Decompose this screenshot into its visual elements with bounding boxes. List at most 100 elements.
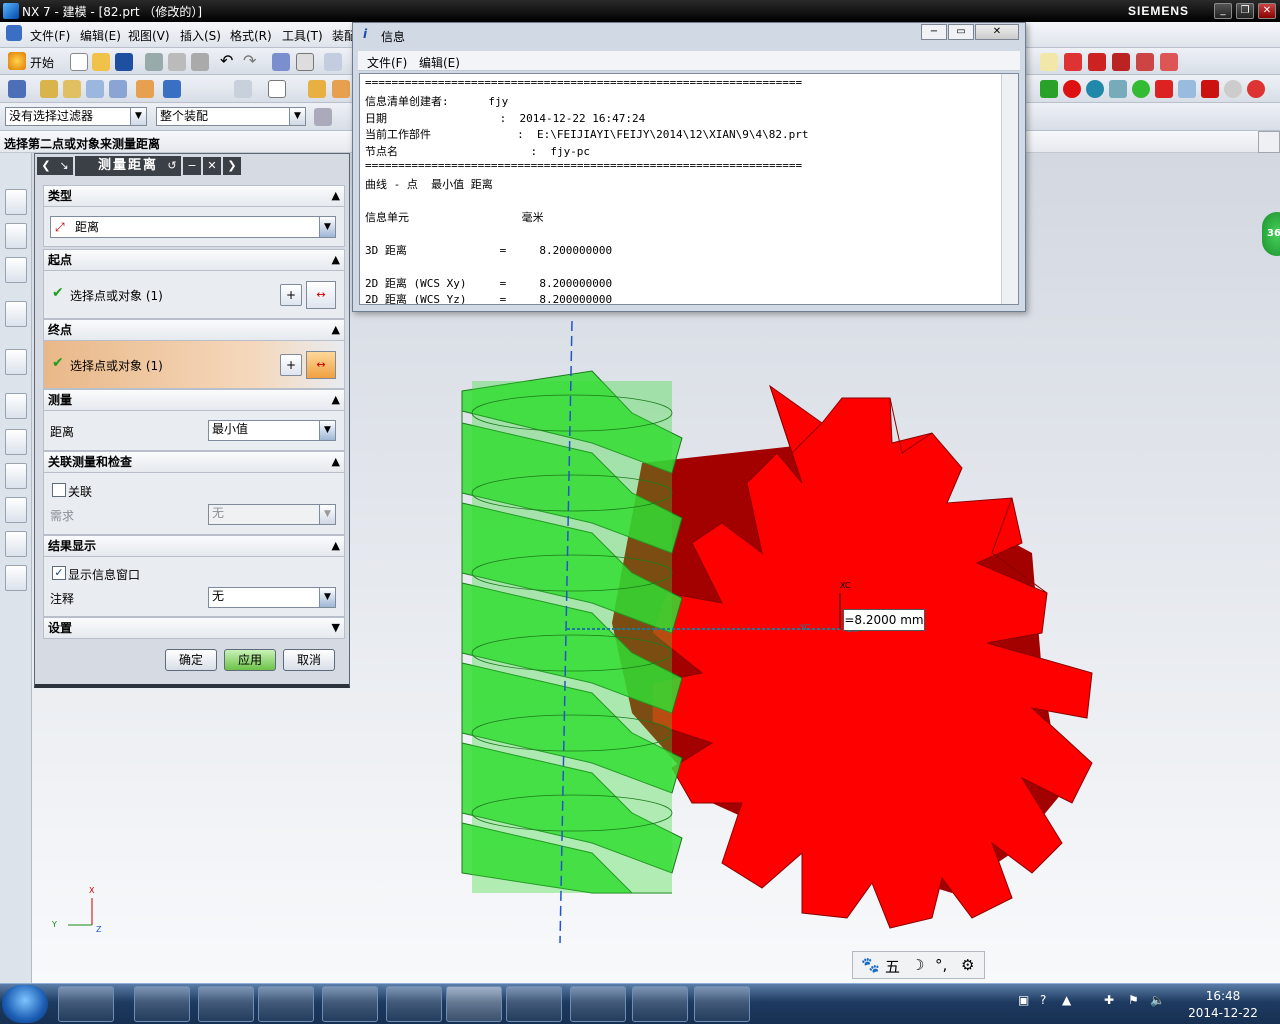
clock[interactable]: 16:48 2014-12-22 — [1168, 986, 1278, 1022]
windows-start-button[interactable] — [2, 985, 48, 1023]
section-end-header[interactable]: 终点 ▲ — [43, 319, 345, 341]
sketch-icon[interactable] — [1040, 53, 1058, 71]
wheel-icon[interactable] — [1132, 80, 1150, 98]
annotation-combo[interactable]: 无 ▼ — [208, 587, 336, 608]
dialog-close-icon[interactable]: ✕ — [203, 157, 221, 175]
info-close-button[interactable]: ✕ — [975, 24, 1019, 40]
section-measure-header[interactable]: 测量 ▲ — [43, 389, 345, 411]
chevron-down-icon[interactable]: ▼ — [289, 108, 305, 125]
assembly-nav-icon[interactable] — [8, 80, 26, 98]
cut-icon[interactable] — [145, 53, 163, 71]
tray-app-icon[interactable]: ▣ — [1018, 993, 1029, 1007]
taskbar-doc-2-icon[interactable] — [632, 986, 688, 1022]
ring-icon[interactable] — [1086, 80, 1104, 98]
chevron-down-icon[interactable]: ▼ — [319, 217, 335, 237]
circle-icon[interactable] — [1224, 80, 1242, 98]
menu-insert[interactable]: 插入(S) — [180, 27, 221, 44]
info-minimize-button[interactable]: − — [921, 24, 947, 40]
system-scene-icon[interactable] — [5, 565, 27, 591]
info-scrollbar[interactable] — [1001, 74, 1018, 304]
view-icon[interactable] — [234, 80, 252, 98]
dialog-arrow-icon[interactable]: ↘ — [55, 157, 73, 175]
collapse-icon[interactable]: ▲ — [332, 186, 340, 206]
start-select-label[interactable]: 选择点或对象 (1) — [70, 287, 163, 304]
render-icon[interactable] — [136, 80, 154, 98]
dialog-forward-icon[interactable]: ❯ — [223, 157, 241, 175]
torus-icon[interactable] — [1063, 80, 1081, 98]
manufacturing-wizard-icon[interactable] — [5, 497, 27, 523]
menu-file[interactable]: 文件(F) — [30, 27, 70, 44]
constraint-navigator-icon[interactable] — [5, 223, 27, 249]
reuse-library-icon[interactable] — [5, 301, 27, 327]
sheet-icon[interactable] — [268, 80, 286, 98]
spline-icon[interactable] — [1112, 53, 1130, 71]
curve-icon[interactable] — [1064, 53, 1082, 71]
inferred-point-button[interactable]: ↔ — [306, 281, 336, 309]
show-info-checkbox[interactable]: ✓ — [52, 566, 66, 580]
section-start-header[interactable]: 起点 ▲ — [43, 249, 345, 271]
copy-icon[interactable] — [168, 53, 186, 71]
part-icon[interactable] — [63, 80, 81, 98]
info-maximize-button[interactable]: ▭ — [948, 24, 974, 40]
app-menu-icon[interactable] — [6, 25, 22, 41]
tray-plus-icon[interactable]: ✚ — [1104, 993, 1114, 1007]
chevron-down-icon[interactable]: ▼ — [130, 108, 146, 125]
expand-icon[interactable]: ▼ — [332, 618, 340, 638]
save-icon[interactable] — [115, 53, 133, 71]
wubi-icon[interactable]: 五 — [885, 956, 900, 977]
info-text-area[interactable]: ========================================… — [359, 73, 1019, 305]
part-navigator-icon[interactable] — [5, 257, 27, 283]
menu-format[interactable]: 格式(R) — [230, 27, 272, 44]
donut-icon[interactable] — [1247, 80, 1265, 98]
collapse-icon[interactable]: ▲ — [332, 390, 340, 410]
cube-icon[interactable] — [163, 80, 181, 98]
paste-icon[interactable] — [191, 53, 209, 71]
info-menu-file[interactable]: 文件(F) — [367, 54, 407, 71]
dialog-collapse-icon[interactable]: − — [183, 157, 201, 175]
cancel-button[interactable]: 取消 — [283, 649, 335, 671]
surface-icon[interactable] — [86, 80, 104, 98]
dialog-back-icon[interactable]: ❮ — [37, 157, 55, 175]
collapse-icon[interactable]: ▲ — [332, 320, 340, 340]
end-select-label[interactable]: 选择点或对象 (1) — [70, 357, 163, 374]
open-folder-icon[interactable] — [92, 53, 110, 71]
tray-arrow-icon[interactable]: ▲ — [1062, 993, 1071, 1007]
maximize-button[interactable]: ❐ — [1236, 3, 1254, 19]
help-icon[interactable]: ? — [1040, 993, 1046, 1007]
info-menu-edit[interactable]: 编辑(E) — [419, 54, 460, 71]
process-studio-icon[interactable] — [5, 463, 27, 489]
taskbar-paint-icon[interactable] — [134, 986, 190, 1022]
taskbar-app-1-icon[interactable] — [58, 986, 114, 1022]
system-materials-icon[interactable] — [5, 429, 27, 455]
start-button[interactable]: 开始 — [30, 54, 54, 71]
section-settings-header[interactable]: 设置 ▼ — [43, 617, 345, 639]
minimize-button[interactable]: _ — [1214, 3, 1232, 19]
rotate-icon[interactable] — [1136, 53, 1154, 71]
menu-edit[interactable]: 编辑(E) — [80, 27, 121, 44]
taskbar-nx-icon[interactable] — [446, 986, 502, 1022]
worm-model[interactable] — [461, 370, 683, 894]
point-dialog-button[interactable]: + — [280, 354, 302, 376]
datum-icon[interactable] — [1160, 53, 1178, 71]
collapse-icon[interactable]: ▲ — [332, 536, 340, 556]
block-icon[interactable] — [332, 80, 350, 98]
new-file-icon[interactable] — [70, 53, 88, 71]
section-type-header[interactable]: 类型 ▲ — [43, 185, 345, 207]
shade-icon[interactable] — [40, 80, 58, 98]
filter-settings-icon[interactable] — [314, 108, 332, 126]
status-badge[interactable]: 36 — [1262, 212, 1280, 256]
collapse-icon[interactable]: ▲ — [332, 452, 340, 472]
point-dialog-button[interactable]: + — [280, 284, 302, 306]
select-icon[interactable] — [324, 53, 342, 71]
frame-icon[interactable] — [296, 53, 314, 71]
undo-icon[interactable]: ↶ — [220, 51, 233, 70]
type-combo[interactable]: ⤢ 距离 ▼ — [50, 216, 336, 238]
punctuation-icon[interactable]: °, — [935, 956, 947, 974]
cog-icon[interactable] — [1178, 80, 1196, 98]
apply-button[interactable]: 应用 — [224, 649, 276, 671]
taskbar-cloud-icon[interactable] — [322, 986, 378, 1022]
collapse-icon[interactable]: ▲ — [332, 250, 340, 270]
paw-icon[interactable]: 🐾 — [861, 956, 880, 974]
section-assoc-header[interactable]: 关联测量和检查 ▲ — [43, 451, 345, 473]
ok-button[interactable]: 确定 — [165, 649, 217, 671]
